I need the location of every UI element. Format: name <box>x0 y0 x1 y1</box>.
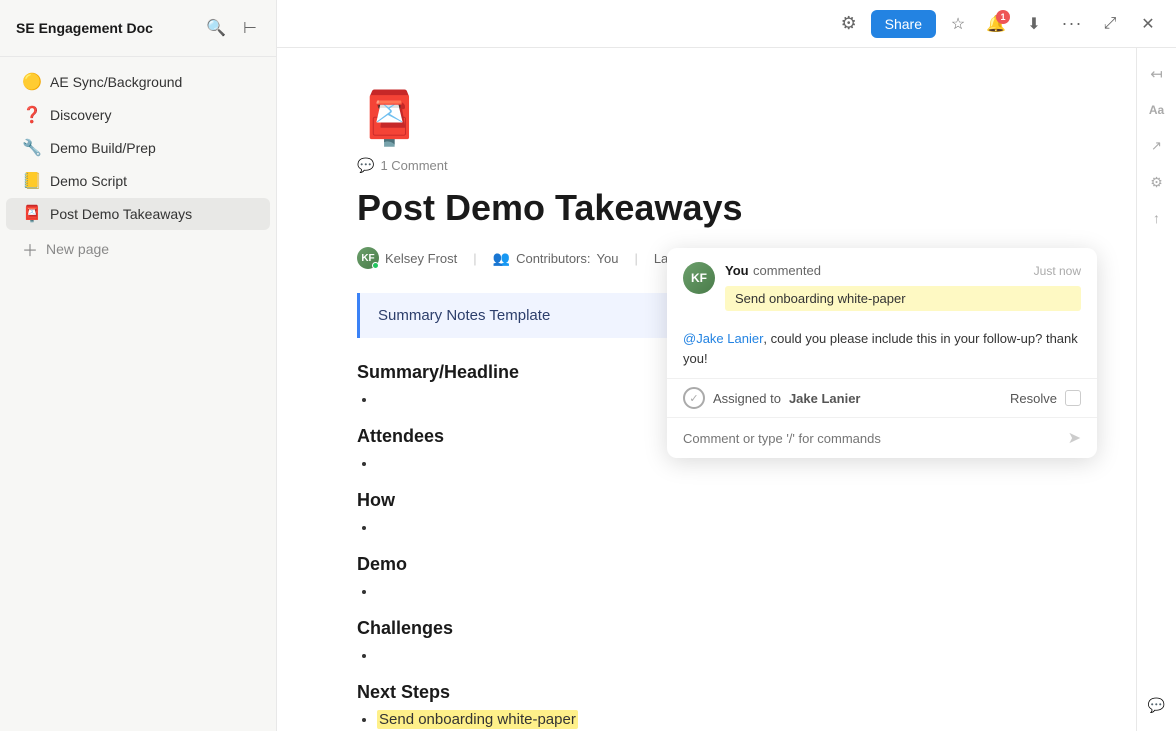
close-button[interactable]: ✕ <box>1132 8 1164 40</box>
check-icon: ✓ <box>683 387 705 409</box>
author-name: Kelsey Frost <box>385 251 457 266</box>
page-content: 📮 💬 1 Comment Post Demo Takeaways KF Kel… <box>277 48 1136 731</box>
sidebar-title: SE Engagement Doc <box>16 20 153 36</box>
notification-badge: 1 <box>996 10 1010 24</box>
section-how: How <box>357 490 1076 536</box>
section-next-steps-bullet-1: Send onboarding white-paper <box>377 711 1076 728</box>
new-page-plus-icon: ＋ <box>22 237 38 261</box>
section-demo-heading: Demo <box>357 554 1076 575</box>
sidebar: SE Engagement Doc 🔍 ⊢ 🟡 AE Sync/Backgrou… <box>0 0 277 731</box>
separator-2: | <box>634 251 637 266</box>
demo-script-icon: 📒 <box>22 171 42 191</box>
section-demo: Demo <box>357 554 1076 600</box>
section-how-bullet-1 <box>377 519 1076 536</box>
share-button[interactable]: Share <box>871 10 936 38</box>
comment-author-line: You commented Just now <box>725 262 1081 280</box>
sidebar-item-demo-script[interactable]: 📒 Demo Script <box>6 165 270 197</box>
sidebar-item-ae-sync-label: AE Sync/Background <box>50 74 258 90</box>
commenter-avatar: KF <box>683 262 715 294</box>
download-button[interactable]: ⬇ <box>1018 8 1050 40</box>
page-title: Post Demo Takeaways <box>357 186 1076 229</box>
page-emoji: 📮 <box>357 88 1076 149</box>
contributors-value: You <box>597 251 619 266</box>
notification-button[interactable]: 🔔 1 <box>980 8 1012 40</box>
comment-time: Just now <box>1034 264 1081 278</box>
status-dot <box>372 262 379 269</box>
comment-count-label: 1 Comment <box>380 158 447 173</box>
comment-popup: KF You commented Just now Send onboardin… <box>667 248 1097 458</box>
sidebar-item-discovery-label: Discovery <box>50 107 258 123</box>
assigned-to-label: Assigned to <box>713 391 781 406</box>
main-area: ⚙ Share ☆ 🔔 1 ⬇ ··· ⤢ ✕ 📮 💬 1 Comment Po… <box>277 0 1176 731</box>
comment-body: @Jake Lanier, could you please include t… <box>667 329 1097 378</box>
topbar: ⚙ Share ☆ 🔔 1 ⬇ ··· ⤢ ✕ <box>277 0 1176 48</box>
comment-input-area: ➤ <box>667 417 1097 458</box>
sidebar-item-demo-build-prep[interactable]: 🔧 Demo Build/Prep <box>6 132 270 164</box>
sidebar-nav: 🟡 AE Sync/Background ❓ Discovery 🔧 Demo … <box>0 57 276 731</box>
font-size-icon[interactable]: Aa <box>1143 96 1171 124</box>
comment-author-name: You <box>725 263 749 278</box>
section-challenges-bullet-1 <box>377 647 1076 664</box>
resolve-area: Resolve <box>1010 390 1081 406</box>
assignment-info: ✓ Assigned to Jake Lanier <box>683 387 860 409</box>
comment-mention: @Jake Lanier <box>683 331 763 346</box>
settings-circle-button[interactable]: ⚙ <box>833 8 865 40</box>
sidebar-item-discovery[interactable]: ❓ Discovery <box>6 99 270 131</box>
section-challenges: Challenges <box>357 618 1076 664</box>
ae-sync-icon: 🟡 <box>22 72 42 92</box>
right-sidebar: ↤ Aa ↗ ⚙ ↑ 💬 <box>1136 48 1176 731</box>
demo-build-icon: 🔧 <box>22 138 42 158</box>
sidebar-header: SE Engagement Doc 🔍 ⊢ <box>0 0 276 57</box>
separator-1: | <box>473 251 476 266</box>
sidebar-item-post-demo-label: Post Demo Takeaways <box>50 206 258 222</box>
highlighted-next-step: Send onboarding white-paper <box>377 710 578 729</box>
comment-verb-text: commented <box>753 263 821 278</box>
comment-assignment: ✓ Assigned to Jake Lanier Resolve <box>667 378 1097 417</box>
comment-input[interactable] <box>683 431 1060 446</box>
share-icon[interactable]: ↗ <box>1143 132 1171 160</box>
comment-highlight-ref: Send onboarding white-paper <box>725 286 1081 311</box>
comment-panel-icon[interactable]: 💬 <box>1143 691 1171 719</box>
send-icon[interactable]: ➤ <box>1068 428 1081 448</box>
comment-header: KF You commented Just now Send onboardin… <box>667 248 1097 329</box>
comment-bubble-icon: 💬 <box>357 157 374 174</box>
upload-icon[interactable]: ↑ <box>1143 204 1171 232</box>
search-button[interactable]: 🔍 <box>202 14 230 42</box>
contributors-label: Contributors: <box>516 251 590 266</box>
section-challenges-heading: Challenges <box>357 618 1076 639</box>
contributors-info: 👥 Contributors: You <box>493 250 619 267</box>
sidebar-toggle-button[interactable]: ⊢ <box>236 14 264 42</box>
star-button[interactable]: ☆ <box>942 8 974 40</box>
section-how-heading: How <box>357 490 1076 511</box>
section-next-steps-heading: Next Steps <box>357 682 1076 703</box>
post-demo-icon: 📮 <box>22 204 42 224</box>
comment-author-info: You commented <box>725 262 821 280</box>
resolve-label: Resolve <box>1010 391 1057 406</box>
more-options-button[interactable]: ··· <box>1056 8 1088 40</box>
discovery-icon: ❓ <box>22 105 42 125</box>
contributors-icon: 👥 <box>493 250 510 267</box>
sidebar-item-demo-build-label: Demo Build/Prep <box>50 140 258 156</box>
author-info: KF Kelsey Frost <box>357 247 457 269</box>
sidebar-item-demo-script-label: Demo Script <box>50 173 258 189</box>
new-page-item[interactable]: ＋ New page <box>6 231 270 267</box>
new-page-label: New page <box>46 241 109 257</box>
section-next-steps: Next Steps Send onboarding white-paper <box>357 682 1076 728</box>
sidebar-header-icons: 🔍 ⊢ <box>202 14 264 42</box>
expand-button[interactable]: ⤢ <box>1094 8 1126 40</box>
comment-count-bar: 💬 1 Comment <box>357 157 1076 174</box>
sidebar-item-ae-sync[interactable]: 🟡 AE Sync/Background <box>6 66 270 98</box>
assigned-to-name: Jake Lanier <box>789 391 861 406</box>
sidebar-item-post-demo-takeaways[interactable]: 📮 Post Demo Takeaways <box>6 198 270 230</box>
section-demo-bullet-1 <box>377 583 1076 600</box>
resolve-checkbox[interactable] <box>1065 390 1081 406</box>
connect-icon[interactable]: ⚙ <box>1143 168 1171 196</box>
comment-meta: You commented Just now Send onboarding w… <box>725 262 1081 319</box>
collapse-right-icon[interactable]: ↤ <box>1143 60 1171 88</box>
avatar: KF <box>357 247 379 269</box>
